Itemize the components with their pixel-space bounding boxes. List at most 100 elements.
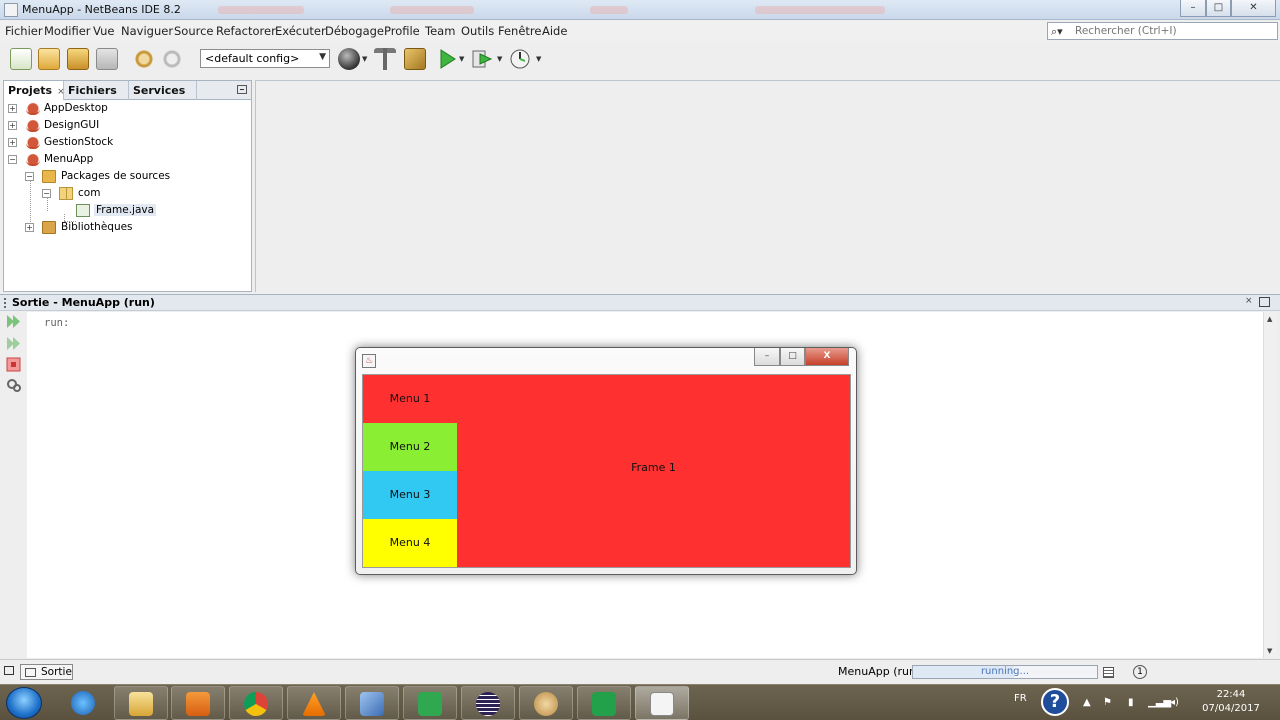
tree-item-appdesktop[interactable]: + AppDesktop <box>8 101 208 117</box>
tab-services[interactable]: Services <box>129 81 197 100</box>
menu-vue[interactable]: Vue <box>93 24 114 38</box>
menu-modifier[interactable]: Modifier <box>44 24 91 38</box>
collapse-icon[interactable]: − <box>8 155 17 164</box>
redo-icon[interactable] <box>161 48 183 70</box>
taskbar-virtualbox[interactable] <box>345 686 399 720</box>
chevron-down-icon[interactable]: ▼ <box>536 55 541 63</box>
progress-bar: running... <box>912 665 1098 679</box>
close-project-icon[interactable] <box>96 48 118 70</box>
output-scrollbar[interactable]: ▲ ▼ <box>1263 312 1277 658</box>
show-hidden-icons-icon[interactable]: ▲ <box>1083 697 1095 709</box>
expand-icon[interactable]: + <box>25 223 34 232</box>
new-project-icon[interactable] <box>38 48 60 70</box>
chevron-down-icon[interactable]: ▼ <box>362 55 367 63</box>
taskbar-eclipse[interactable] <box>461 686 515 720</box>
menu-3-panel[interactable]: Menu 3 <box>363 471 457 519</box>
open-project-icon[interactable] <box>67 48 89 70</box>
frame-maximize-button[interactable]: □ <box>780 348 805 366</box>
menu-aide[interactable]: Aide <box>542 24 567 38</box>
scroll-down-icon[interactable]: ▼ <box>1267 647 1272 655</box>
run-icon[interactable] <box>437 48 459 70</box>
menu-profile[interactable]: Profile <box>384 24 420 38</box>
menu-outils[interactable]: Outils <box>461 24 494 38</box>
clean-build-icon[interactable] <box>404 48 426 70</box>
action-center-icon[interactable]: ⚑ <box>1103 697 1115 709</box>
clock[interactable]: 22:44 07/04/2017 <box>1200 688 1262 716</box>
menu-debogage[interactable]: Débogage <box>325 24 384 38</box>
frame-minimize-button[interactable]: – <box>754 348 780 366</box>
language-indicator[interactable]: FR <box>1014 693 1027 704</box>
minimize-panel-button[interactable] <box>237 85 247 94</box>
tree-item-packages-de-sources[interactable]: − Packages de sources <box>25 169 225 185</box>
tree-item-gestionstock[interactable]: + GestionStock <box>8 135 208 151</box>
menu-1-panel[interactable]: Menu 1 <box>363 375 457 423</box>
stop-icon[interactable] <box>6 357 22 372</box>
taskbar-internet-explorer[interactable] <box>57 686 111 720</box>
editor-area[interactable] <box>255 80 1280 292</box>
cancel-task-icon[interactable] <box>1103 667 1114 678</box>
menu-refactorer[interactable]: Refactorer <box>216 24 276 38</box>
frame-close-button[interactable]: X <box>805 348 849 366</box>
volume-icon[interactable]: ◂) <box>1170 697 1190 709</box>
chevron-down-icon[interactable]: ▼ <box>497 55 502 63</box>
search-box[interactable]: ⌕▾ <box>1047 22 1278 40</box>
undo-icon[interactable] <box>133 48 155 70</box>
maximize-icon[interactable] <box>1259 297 1270 307</box>
globe-icon[interactable] <box>338 48 360 70</box>
rerun-different-icon[interactable] <box>6 336 22 351</box>
rerun-icon[interactable] <box>6 314 22 329</box>
start-button[interactable] <box>6 687 42 719</box>
search-input[interactable] <box>1075 24 1273 38</box>
menu-team[interactable]: Team <box>425 24 455 38</box>
menu-naviguer[interactable]: Naviguer <box>121 24 173 38</box>
taskbar-media-player[interactable] <box>171 686 225 720</box>
network-icon[interactable]: ▁▃▅ <box>1148 697 1171 709</box>
profile-icon[interactable] <box>509 48 531 70</box>
help-icon[interactable]: ? <box>1041 688 1069 716</box>
netbeans-app-icon <box>4 3 18 17</box>
collapse-icon[interactable]: − <box>25 172 34 181</box>
battery-icon[interactable]: ▮ <box>1128 697 1140 709</box>
new-file-icon[interactable] <box>10 48 32 70</box>
taskbar-vlc[interactable] <box>287 686 341 720</box>
config-select[interactable]: <default config> ▼ <box>200 49 330 68</box>
debug-icon[interactable] <box>471 48 493 70</box>
chevron-down-icon[interactable]: ▼ <box>459 55 464 63</box>
scroll-up-icon[interactable]: ▲ <box>1267 315 1272 323</box>
tree-item-frame-java[interactable]: Frame.java <box>76 203 176 219</box>
taskbar-chrome[interactable] <box>229 686 283 720</box>
taskbar-file-explorer[interactable] <box>114 686 168 720</box>
menu-4-panel[interactable]: Menu 4 <box>363 519 457 567</box>
notifications-icon[interactable]: 1 <box>1133 665 1147 679</box>
window-minimize-button[interactable]: – <box>1180 0 1206 17</box>
taskbar-paint[interactable] <box>519 686 573 720</box>
expand-icon[interactable]: + <box>8 121 17 130</box>
tree-item-com[interactable]: − com <box>42 186 192 202</box>
taskbar-java[interactable] <box>635 686 689 720</box>
menu-executer[interactable]: Exécuter <box>275 24 326 38</box>
output-line: run: <box>44 317 70 329</box>
menu-fenetre[interactable]: Fenêtre <box>498 24 541 38</box>
build-icon[interactable] <box>374 48 396 70</box>
sortie-minimized-tab[interactable]: Sortie <box>20 664 73 680</box>
tree-item-designgui[interactable]: + DesignGUI <box>8 118 208 134</box>
collapse-icon[interactable]: − <box>42 189 51 198</box>
taskbar-camtasia-recorder[interactable] <box>577 686 631 720</box>
window-close-button[interactable]: ✕ <box>1231 0 1276 17</box>
close-icon[interactable]: ⨯ <box>1245 296 1253 306</box>
expand-icon[interactable]: + <box>8 138 17 147</box>
tab-projets[interactable]: Projets ⨯ <box>4 81 65 100</box>
taskbar-camtasia[interactable] <box>403 686 457 720</box>
drag-handle[interactable] <box>4 298 6 308</box>
tree-item-bibliotheques[interactable]: + Bibliothèques <box>25 220 225 236</box>
tree-item-menuapp[interactable]: − MenuApp <box>8 152 208 168</box>
tab-fichiers[interactable]: Fichiers <box>64 81 129 100</box>
menu-2-panel[interactable]: Menu 2 <box>363 423 457 471</box>
menu-fichier[interactable]: Fichier <box>5 24 43 38</box>
menu-source[interactable]: Source <box>174 24 214 38</box>
search-icon[interactable]: ⌕▾ <box>1051 25 1063 39</box>
expand-icon[interactable]: + <box>8 104 17 113</box>
restore-window-icon[interactable] <box>4 666 14 675</box>
settings-icon[interactable] <box>6 378 22 393</box>
window-maximize-button[interactable]: □ <box>1206 0 1231 17</box>
